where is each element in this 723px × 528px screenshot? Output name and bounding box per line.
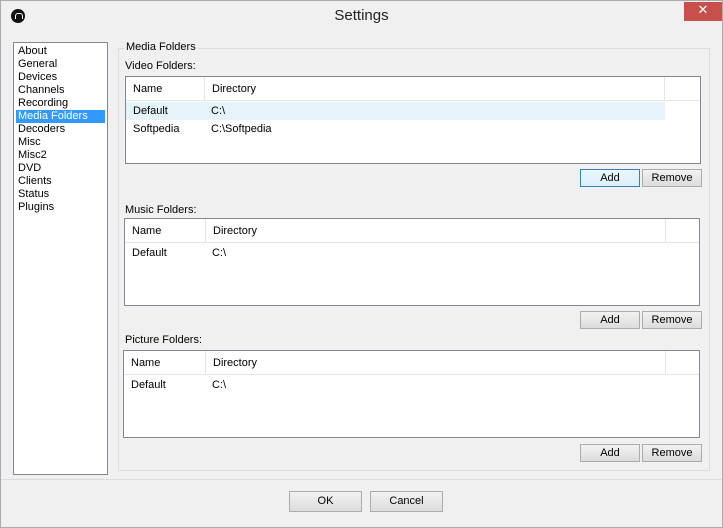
row-directory: C:\ [212, 379, 227, 391]
row-directory: C:\ [212, 247, 227, 259]
nav-item-decoders[interactable]: Decoders [16, 123, 105, 136]
picture-column-name[interactable]: Name [124, 351, 206, 375]
nav-item-channels[interactable]: Channels [16, 84, 105, 97]
nav-item-plugins[interactable]: Plugins [16, 201, 105, 214]
window-title: Settings [334, 7, 389, 24]
row-directory: C:\Softpedia [211, 123, 272, 135]
picture-remove-button[interactable]: Remove [642, 444, 702, 462]
nav-item-about[interactable]: About [16, 45, 105, 58]
close-button[interactable]: ✕ [684, 2, 722, 21]
table-row[interactable]: Default C:\ [126, 102, 665, 120]
settings-window: Settings ✕ About General Devices Channel… [0, 0, 723, 528]
table-row[interactable]: Softpedia C:\Softpedia [126, 120, 665, 138]
music-column-directory[interactable]: Directory [206, 219, 666, 243]
music-column-name[interactable]: Name [125, 219, 206, 243]
nav-item-general[interactable]: General [16, 58, 105, 71]
nav-item-media-folders[interactable]: Media Folders [16, 110, 105, 123]
picture-add-button[interactable]: Add [580, 444, 640, 462]
title-bar[interactable]: Settings ✕ [1, 1, 722, 31]
video-remove-button[interactable]: Remove [642, 169, 702, 187]
ok-button[interactable]: OK [289, 491, 362, 512]
settings-client-area: About General Devices Channels Recording… [1, 31, 722, 527]
music-list-header: Name Directory [125, 219, 699, 243]
nav-item-clients[interactable]: Clients [16, 175, 105, 188]
cancel-button[interactable]: Cancel [370, 491, 443, 512]
video-folders-list[interactable]: Name Directory Default C:\ Softpedia C:\… [125, 76, 701, 164]
row-directory: C:\ [211, 105, 226, 117]
video-add-button[interactable]: Add [580, 169, 640, 187]
nav-item-devices[interactable]: Devices [16, 71, 105, 84]
music-remove-button[interactable]: Remove [642, 311, 702, 329]
media-folders-group-caption: Media Folders [124, 41, 198, 53]
nav-item-dvd[interactable]: DVD [16, 162, 105, 175]
nav-item-recording[interactable]: Recording [16, 97, 105, 110]
row-name: Default [133, 105, 168, 117]
nav-item-misc2[interactable]: Misc2 [16, 149, 105, 162]
row-name: Softpedia [133, 123, 180, 135]
picture-list-header: Name Directory [124, 351, 699, 375]
nav-item-misc[interactable]: Misc [16, 136, 105, 149]
video-column-directory[interactable]: Directory [205, 77, 665, 101]
video-folders-label: Video Folders: [125, 60, 196, 72]
row-name: Default [132, 247, 167, 259]
table-row[interactable]: Default C:\ [125, 244, 666, 262]
settings-category-list[interactable]: About General Devices Channels Recording… [13, 42, 108, 475]
footer-separator [1, 479, 722, 480]
picture-column-directory[interactable]: Directory [206, 351, 666, 375]
video-list-header: Name Directory [126, 77, 700, 101]
picture-folders-list[interactable]: Name Directory Default C:\ [123, 350, 700, 438]
music-folders-label: Music Folders: [125, 204, 197, 216]
music-add-button[interactable]: Add [580, 311, 640, 329]
nav-item-status[interactable]: Status [16, 188, 105, 201]
close-icon: ✕ [697, 3, 709, 18]
music-folders-list[interactable]: Name Directory Default C:\ [124, 218, 700, 306]
video-column-name[interactable]: Name [126, 77, 205, 101]
row-name: Default [131, 379, 166, 391]
picture-folders-label: Picture Folders: [125, 334, 203, 346]
table-row[interactable]: Default C:\ [124, 376, 666, 394]
